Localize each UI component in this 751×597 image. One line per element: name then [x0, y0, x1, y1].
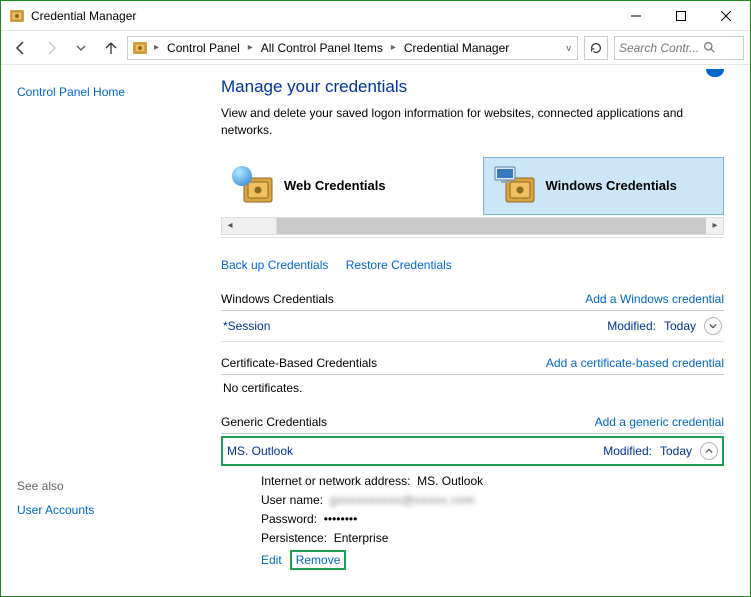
collapse-button[interactable] [700, 442, 718, 460]
add-windows-credential-link[interactable]: Add a Windows credential [585, 292, 724, 306]
expand-button[interactable] [704, 317, 722, 335]
no-certificates-text: No certificates. [221, 375, 724, 401]
nav-bar: ▸ Control Panel ▸ All Control Panel Item… [1, 31, 750, 65]
windows-credentials-icon [494, 166, 536, 206]
maximize-button[interactable] [658, 1, 703, 31]
edit-link[interactable]: Edit [261, 553, 282, 567]
credential-entry-outlook[interactable]: MS. Outlook Modified: Today [221, 436, 724, 466]
section-title: Certificate-Based Credentials [221, 356, 377, 370]
up-button[interactable] [97, 34, 125, 62]
page-heading: Manage your credentials [221, 77, 724, 97]
persistence-label: Persistence: [261, 531, 327, 545]
window-title: Credential Manager [31, 9, 613, 23]
password-label: Password: [261, 512, 317, 526]
backup-link[interactable]: Back up Credentials [221, 258, 328, 272]
recent-dropdown[interactable] [67, 34, 95, 62]
windows-credentials-tab[interactable]: Windows Credentials [483, 157, 725, 215]
breadcrumb-all-items[interactable]: All Control Panel Items [257, 39, 387, 57]
minimize-button[interactable] [613, 1, 658, 31]
add-generic-credential-link[interactable]: Add a generic credential [595, 415, 724, 429]
address-dropdown-icon[interactable]: v [563, 43, 576, 53]
back-button[interactable] [7, 34, 35, 62]
credential-details: Internet or network address: MS. Outlook… [221, 466, 724, 574]
chevron-right-icon[interactable]: ▸ [389, 42, 398, 53]
modified-value: Today [664, 319, 696, 333]
page-subtext: View and delete your saved logon informa… [221, 105, 701, 139]
search-box[interactable] [614, 36, 744, 60]
horizontal-scrollbar[interactable]: ◂ ▸ [221, 217, 724, 235]
address-bar[interactable]: ▸ Control Panel ▸ All Control Panel Item… [127, 36, 578, 60]
breadcrumb-control-panel[interactable]: Control Panel [163, 39, 244, 57]
modified-label: Modified: [603, 444, 652, 458]
search-input[interactable] [619, 41, 699, 55]
add-certificate-credential-link[interactable]: Add a certificate-based credential [546, 356, 724, 370]
refresh-button[interactable] [584, 36, 608, 60]
accent-arc [706, 69, 724, 77]
chevron-right-icon[interactable]: ▸ [246, 42, 255, 53]
restore-link[interactable]: Restore Credentials [346, 258, 452, 272]
password-value: •••••••• [324, 512, 358, 526]
app-icon [9, 8, 25, 24]
close-button[interactable] [703, 1, 748, 31]
scroll-track[interactable] [239, 218, 706, 234]
certificate-credentials-section-header: Certificate-Based Credentials Add a cert… [221, 352, 724, 375]
forward-button[interactable] [37, 34, 65, 62]
category-row: Web Credentials Windows Credentials [221, 157, 724, 215]
scroll-right-icon[interactable]: ▸ [707, 220, 723, 231]
see-also-label: See also [17, 479, 195, 493]
section-title: Windows Credentials [221, 292, 334, 306]
chevron-right-icon[interactable]: ▸ [152, 42, 161, 53]
scroll-left-icon[interactable]: ◂ [222, 220, 238, 231]
sidebar: Control Panel Home See also User Account… [1, 65, 211, 596]
remove-link[interactable]: Remove [290, 550, 347, 570]
sidebar-user-accounts-link[interactable]: User Accounts [17, 503, 195, 517]
breadcrumb-credential-manager[interactable]: Credential Manager [400, 39, 513, 57]
username-value: gxxxxxxxxxx@xxxxx.com [330, 493, 475, 507]
windows-credentials-label: Windows Credentials [546, 178, 677, 193]
credential-actions: Back up Credentials Restore Credentials [221, 258, 724, 272]
location-icon [132, 40, 148, 56]
entry-name: MS. Outlook [227, 444, 293, 458]
address-label: Internet or network address: [261, 474, 410, 488]
web-credentials-label: Web Credentials [284, 178, 386, 193]
main-panel: Manage your credentials View and delete … [211, 65, 750, 596]
persistence-value: Enterprise [334, 531, 389, 545]
address-value: MS. Outlook [417, 474, 483, 488]
windows-credentials-section-header: Windows Credentials Add a Windows creden… [221, 288, 724, 311]
sidebar-home-link[interactable]: Control Panel Home [17, 85, 195, 99]
web-credentials-icon [232, 166, 274, 206]
entry-name: *Session [223, 319, 270, 333]
username-label: User name: [261, 493, 323, 507]
credential-entry-session[interactable]: *Session Modified: Today [221, 311, 724, 342]
modified-label: Modified: [607, 319, 656, 333]
modified-value: Today [660, 444, 692, 458]
web-credentials-tab[interactable]: Web Credentials [221, 157, 463, 215]
search-icon [703, 41, 716, 54]
section-title: Generic Credentials [221, 415, 327, 429]
generic-credentials-section-header: Generic Credentials Add a generic creden… [221, 411, 724, 434]
title-bar: Credential Manager [1, 1, 750, 31]
